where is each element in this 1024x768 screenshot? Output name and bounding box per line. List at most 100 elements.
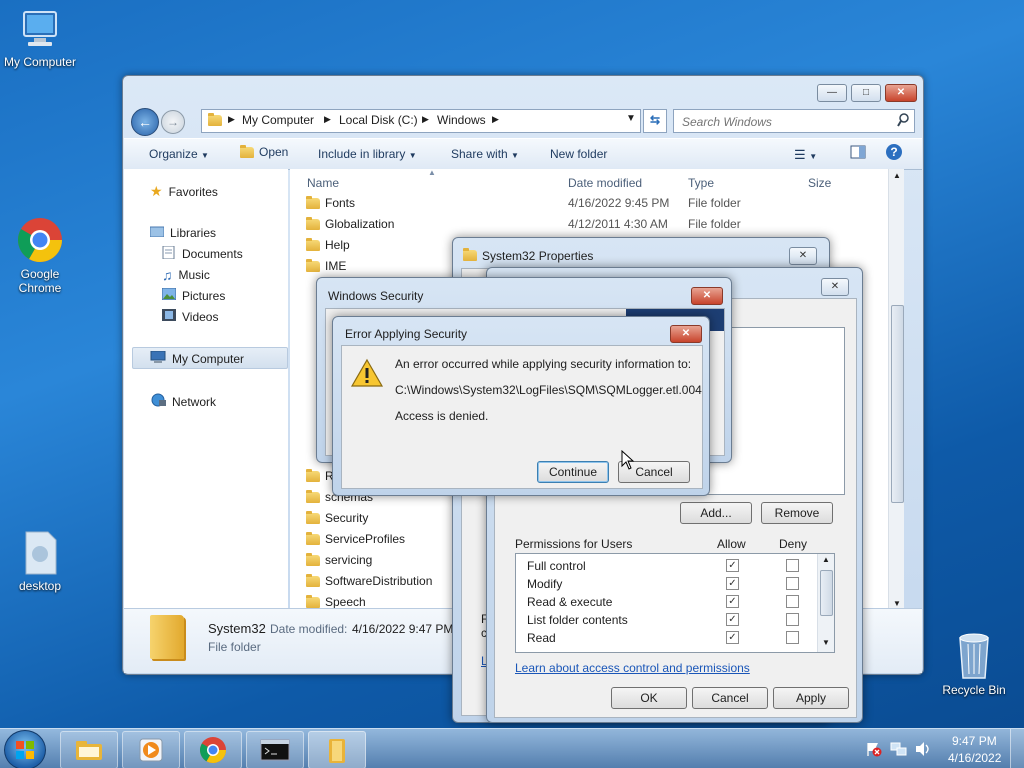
table-row[interactable]: Globalization [306,214,394,234]
scroll-up-arrow-icon[interactable]: ▲ [893,171,901,180]
cancel-button[interactable]: Cancel [692,687,768,709]
column-header-name[interactable]: Name [307,176,339,190]
ok-button[interactable]: OK [611,687,687,709]
open-folder-icon [240,144,254,158]
clock-time[interactable]: 9:47 PM [952,734,997,748]
help-icon[interactable]: ? [886,144,902,160]
refresh-button[interactable]: ⇆ [643,109,667,133]
nav-favorites[interactable]: ★ Favorites [150,183,218,200]
chevron-down-icon[interactable]: ▼ [626,113,636,124]
learn-more-link[interactable]: Learn about access control and permissio… [515,661,750,675]
nav-my-computer[interactable]: My Computer [150,350,244,367]
clock-date[interactable]: 4/16/2022 [948,751,1001,765]
nav-label: Videos [182,309,219,324]
allow-checkbox[interactable]: ✓ [726,613,739,626]
deny-checkbox[interactable] [786,577,799,590]
add-button[interactable]: Add... [680,502,752,524]
table-row[interactable]: R [306,466,334,486]
taskbar-folder-window[interactable] [308,731,366,768]
breadcrumb-local-disk[interactable]: Local Disk (C:) [339,113,418,127]
desktop-icon-my-computer[interactable]: My Computer [0,8,80,69]
desktop-icon-google-chrome[interactable]: Google Chrome [0,216,80,295]
open-button[interactable]: Open [240,144,289,159]
windows-security-close-button[interactable]: ✕ [691,287,723,305]
desktop-icon-desktop[interactable]: desktop [0,530,80,593]
allow-checkbox[interactable]: ✓ [726,577,739,590]
row-name: ServiceProfiles [325,532,406,546]
minimize-button[interactable]: — [817,84,847,102]
folder-icon [306,237,320,251]
column-header-size[interactable]: Size [808,176,831,190]
forward-button[interactable]: → [161,110,185,134]
vertical-scrollbar[interactable]: ▲ ▼ [888,169,904,611]
column-header-date-modified[interactable]: Date modified [568,176,642,190]
table-row[interactable]: Help [306,235,350,255]
table-row[interactable]: SoftwareDistribution [306,571,432,591]
scroll-down-arrow-icon[interactable]: ▼ [822,638,830,647]
show-desktop-button[interactable] [1010,729,1024,768]
nav-libraries[interactable]: Libraries [149,225,216,240]
table-row[interactable]: IME [306,256,346,276]
new-folder-button[interactable]: New folder [550,147,607,161]
nav-network[interactable]: Network [150,393,216,410]
continue-button[interactable]: Continue [537,461,609,483]
scrollbar-thumb[interactable] [820,570,833,616]
maximize-button[interactable]: □ [851,84,881,102]
scroll-down-arrow-icon[interactable]: ▼ [893,599,901,608]
tray-volume-icon[interactable] [914,741,932,760]
permissions-close-button[interactable]: ✕ [821,278,849,296]
details-date-label: Date modified: [270,622,348,636]
back-button[interactable]: ← [131,108,159,136]
taskbar-explorer[interactable] [60,731,118,768]
preview-pane-icon[interactable] [850,145,866,162]
row-name: Globalization [325,217,395,231]
mouse-cursor-icon [621,449,635,473]
search-icon[interactable] [897,113,909,130]
permissions-scrollbar[interactable]: ▲ ▼ [817,554,834,652]
taskbar-command-prompt[interactable] [246,731,304,768]
nav-documents[interactable]: Documents [162,245,243,262]
table-row[interactable]: ServiceProfiles [306,529,405,549]
allow-checkbox[interactable]: ✓ [726,559,739,572]
deny-checkbox[interactable] [786,559,799,572]
tray-action-center-icon[interactable] [866,741,882,760]
search-box[interactable] [673,109,915,133]
column-header-type[interactable]: Type [688,176,714,190]
tray-network-icon[interactable] [890,741,908,760]
table-row[interactable]: Fonts [306,193,355,213]
include-in-library-menu[interactable]: Include in library ▼ [318,147,417,161]
nav-pictures[interactable]: Pictures [161,287,225,303]
navigation-pane: ★ Favorites Libraries Documents ♫ Music Pi… [124,169,288,611]
taskbar-chrome[interactable] [184,731,242,768]
table-row[interactable]: Security [306,508,368,528]
search-input[interactable] [680,112,884,132]
view-options-icon[interactable]: ☰ ▼ [794,147,817,163]
deny-checkbox[interactable] [786,631,799,644]
breadcrumb-windows[interactable]: Windows [437,113,486,127]
organize-menu[interactable]: Organize ▼ [149,147,209,161]
close-button[interactable]: ✕ [885,84,917,102]
scrollbar-thumb[interactable] [891,305,904,503]
nav-music[interactable]: ♫ Music [162,267,210,283]
open-label: Open [259,145,289,159]
apply-button[interactable]: Apply [773,687,849,709]
deny-checkbox[interactable] [786,613,799,626]
folder-icon [306,573,320,587]
address-bar[interactable]: ▶ My Computer ▶ Local Disk (C:) ▶ Window… [201,109,641,133]
chevron-down-icon: ▼ [408,151,417,160]
remove-button[interactable]: Remove [761,502,833,524]
start-button[interactable] [4,730,46,768]
breadcrumb-my-computer[interactable]: My Computer [242,113,314,127]
desktop-icon-recycle-bin[interactable]: Recycle Bin [934,630,1014,697]
deny-checkbox[interactable] [786,595,799,608]
allow-checkbox[interactable]: ✓ [726,631,739,644]
taskbar-media-player[interactable] [122,731,180,768]
scroll-up-arrow-icon[interactable]: ▲ [822,555,830,564]
table-row[interactable]: servicing [306,550,372,570]
allow-checkbox[interactable]: ✓ [726,595,739,608]
library-icon [149,225,165,240]
error-close-button[interactable]: ✕ [670,325,702,343]
properties-close-button[interactable]: ✕ [789,247,817,265]
share-with-menu[interactable]: Share with ▼ [451,147,519,161]
nav-videos[interactable]: Videos [162,309,218,324]
